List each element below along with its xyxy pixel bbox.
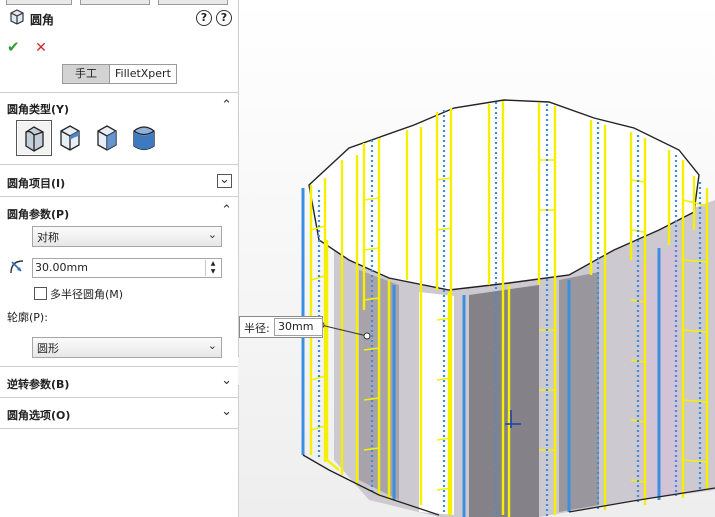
ok-cancel-group: ✔ ✕ [7,38,47,56]
chevron-down-icon: ⌄ [207,228,217,241]
manual-mode-button[interactable]: 手工 [63,65,110,83]
tab-configuration-manager[interactable] [158,0,228,5]
radius-callout[interactable]: 半径: 30mm [239,316,323,338]
divider [0,196,238,197]
divider [0,397,238,398]
symmetry-select[interactable]: 对称 ⌄ [32,226,222,247]
constant-size-fillet-icon [25,126,44,152]
profile-select[interactable]: 圆形 ⌄ [32,337,222,358]
help-icon[interactable]: ? [216,10,232,26]
section-fillet-type-label: 圆角类型(Y) [7,103,70,116]
expand-chevron-icon[interactable]: ⌄ [221,373,232,388]
multi-radius-label: 多半径圆角(M) [50,288,124,301]
divider [0,366,238,367]
property-manager: 圆角 ?? ✔ ✕ 手工 FilletXpert 圆角类型(Y) ⌃ 圆角项目(… [0,0,238,517]
variable-size-fillet-button[interactable] [53,120,87,154]
help-whats-new-icon[interactable]: ? [196,10,212,26]
ok-button[interactable]: ✔ [7,38,20,56]
feature-title-row: 圆角 ?? [6,8,232,30]
divider [0,428,238,429]
section-fillet-params-label: 圆角参数(P) [7,208,70,221]
cancel-button[interactable]: ✕ [35,40,47,56]
filletxpert-mode-button[interactable]: FilletXpert [110,65,176,83]
page-title: 圆角 [30,13,55,27]
radius-stepper[interactable]: ▲ ▼ [205,260,220,276]
tab-property-manager[interactable] [80,0,150,5]
face-fillet-icon [97,125,117,151]
section-fillet-items-label: 圆角项目(I) [7,177,66,190]
profile-select-value: 圆形 [37,342,59,355]
radius-callout-input[interactable]: 30mm [274,318,323,336]
variable-size-fillet-icon [60,125,80,151]
divider [0,92,238,93]
collapse-chevron-icon[interactable]: ⌃ [221,203,232,218]
multi-radius-checkbox[interactable] [34,287,47,300]
help-icons: ?? [192,10,232,26]
graphics-viewport[interactable] [239,0,715,517]
profile-label: 轮廓(P): [7,311,48,324]
section-fillet-options[interactable]: 圆角选项(O) ⌄ [0,402,238,424]
expand-chevron-icon[interactable]: ⌄ [221,404,232,419]
radius-callout-label: 半径: [244,322,270,335]
radius-input[interactable]: 30.00mm ▲ ▼ [32,258,222,278]
collapse-chevron-icon[interactable]: ⌃ [221,98,232,113]
tab-feature-manager[interactable] [6,0,72,5]
section-fillet-options-label: 圆角选项(O) [7,409,71,422]
section-fillet-items[interactable]: 圆角项目(I) ⌄ [0,170,238,192]
edge-pick-point[interactable] [363,332,371,340]
section-fillet-params[interactable]: 圆角参数(P) ⌃ [0,201,238,223]
radius-input-value: 30.00mm [35,261,88,274]
constant-size-fillet-button[interactable] [16,120,52,156]
panel-tabs [0,0,238,5]
spin-up-icon[interactable]: ▲ [206,260,220,268]
spin-down-icon[interactable]: ▼ [206,268,220,276]
section-reverse-params-label: 逆转参数(B) [7,378,70,391]
expand-chevron-icon[interactable]: ⌄ [217,173,232,188]
chevron-down-icon: ⌄ [207,339,217,352]
section-reverse-params[interactable]: 逆转参数(B) ⌄ [0,371,238,393]
divider [0,164,238,165]
full-round-fillet-button[interactable] [127,120,161,154]
symmetry-select-value: 对称 [37,231,59,244]
mode-toggle: 手工 FilletXpert [62,64,177,84]
face-fillet-button[interactable] [90,120,124,154]
radius-icon [10,260,24,274]
fillet-feature-icon [10,9,24,25]
section-fillet-type[interactable]: 圆角类型(Y) ⌃ [0,96,238,118]
full-round-fillet-icon [133,126,155,151]
